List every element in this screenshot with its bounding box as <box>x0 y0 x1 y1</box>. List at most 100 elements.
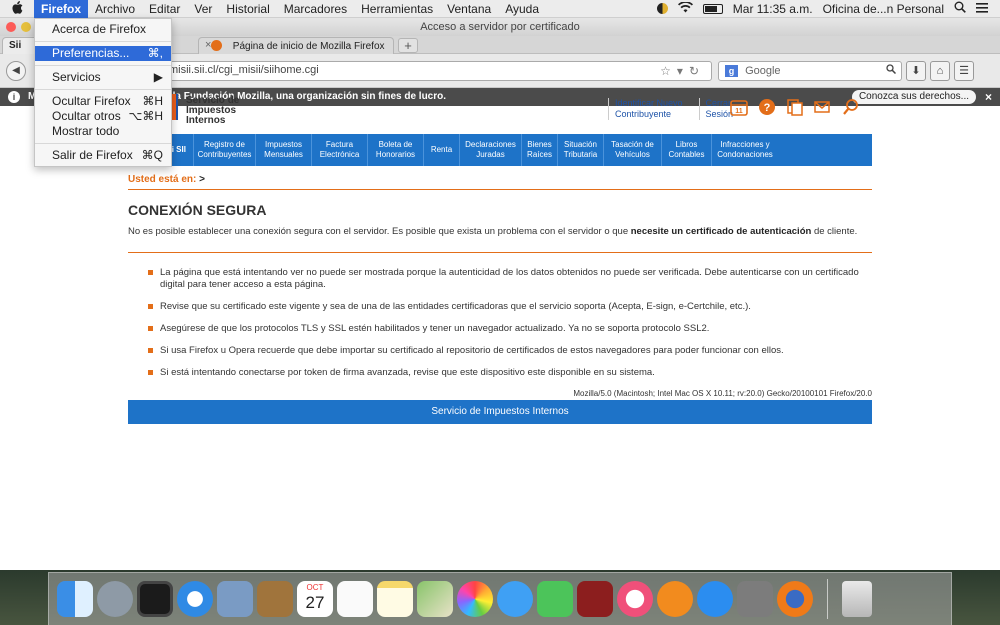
wifi-icon[interactable] <box>677 0 693 16</box>
user-name[interactable]: Oficina de...n Personal <box>823 2 944 16</box>
nav-infracciones-l1: Infracciones y <box>720 140 770 149</box>
nav-tasacion[interactable]: Tasación de Vehículos <box>604 134 662 166</box>
sii-footer: Servicio de Impuestos Internos <box>128 400 872 424</box>
menu-archivo[interactable]: Archivo <box>88 0 142 18</box>
systemprefs-icon[interactable] <box>737 581 773 617</box>
safari-icon[interactable] <box>177 581 213 617</box>
menu-ver[interactable]: Ver <box>187 0 219 18</box>
nav-boleta[interactable]: Boleta de Honorarios <box>368 134 424 166</box>
messages-icon[interactable] <box>497 581 533 617</box>
launchpad-icon[interactable] <box>97 581 133 617</box>
facetime-icon[interactable] <box>537 581 573 617</box>
menu-icon[interactable]: ☰ <box>954 61 974 81</box>
url-dropdown-icon[interactable]: ▾ <box>677 64 689 78</box>
calendar-app-icon[interactable]: OCT 27 <box>297 581 333 617</box>
menu-herramientas[interactable]: Herramientas <box>354 0 440 18</box>
appstore-icon[interactable] <box>697 581 733 617</box>
finder-icon[interactable] <box>57 581 93 617</box>
info-icon: i <box>8 91 20 103</box>
sii-quick-icons: 11 ? <box>730 98 860 116</box>
nav-declaraciones[interactable]: Declaraciones Juradas <box>460 134 522 166</box>
nav-situacion-l1: Situación <box>564 140 597 149</box>
tab-close-icon[interactable]: × <box>205 39 211 51</box>
nav-factura[interactable]: Factura Electrónica <box>312 134 368 166</box>
maps-icon[interactable] <box>417 581 453 617</box>
nav-renta[interactable]: Renta <box>424 134 460 166</box>
intro-part-c: de cliente. <box>811 226 858 237</box>
clock[interactable]: Mar 11:35 a.m. <box>733 2 813 16</box>
menu-item-services[interactable]: Servicios ▶ <box>35 70 171 85</box>
battery-icon[interactable] <box>702 3 723 14</box>
mail-icon[interactable] <box>814 98 832 116</box>
identify-new-taxpayer-link[interactable]: Identificar Nuevo Contribuyente <box>615 98 683 120</box>
nav-boleta-l2: Honorarios <box>375 150 416 159</box>
nav-registro[interactable]: Registro de Contribuyentes <box>194 134 256 166</box>
notes-icon[interactable] <box>377 581 413 617</box>
apple-icon[interactable] <box>0 0 34 17</box>
nav-registro-l1: Registro de <box>204 140 245 149</box>
menu-marcadores[interactable]: Marcadores <box>277 0 354 18</box>
ibooks-icon[interactable] <box>657 581 693 617</box>
reminders-icon[interactable] <box>337 581 373 617</box>
menu-item-about[interactable]: Acerca de Firefox <box>35 22 171 37</box>
sii-logo-text[interactable]: Servicio de Impuestos Internos <box>186 96 239 126</box>
intro-part-b: necesite un certificado de autenticación <box>630 226 812 237</box>
google-engine-icon[interactable]: g <box>725 65 738 77</box>
nav-situacion-l2: Tributaria <box>563 150 598 159</box>
menu-ayuda[interactable]: Ayuda <box>498 0 546 18</box>
menu-item-hide[interactable]: Ocultar Firefox ⌘H <box>35 94 171 109</box>
nav-infracciones[interactable]: Infracciones y Condonaciones <box>712 134 778 166</box>
new-tab-button[interactable]: + <box>398 38 418 53</box>
menu-item-hide-others[interactable]: Ocultar otros ⌥⌘H <box>35 109 171 124</box>
downloads-icon[interactable]: ⬇ <box>906 61 926 81</box>
user-agent-text: Mozilla/5.0 (Macintosh; Intel Mac OS X 1… <box>573 389 872 398</box>
list-item: La página que está intentando ver no pue… <box>148 267 872 291</box>
menu-separator <box>35 65 171 66</box>
nav-tasacion-label: Tasación de Vehículos <box>611 140 654 160</box>
contacts-icon[interactable] <box>257 581 293 617</box>
itunes-icon[interactable] <box>617 581 653 617</box>
nav-situacion[interactable]: Situación Tributaria <box>558 134 604 166</box>
nav-impuestos[interactable]: Impuestos Mensuales <box>256 134 312 166</box>
tab-mozilla-home[interactable]: × Página de inicio de Mozilla Firefox <box>198 37 394 54</box>
menu-ventana[interactable]: Ventana <box>440 0 498 18</box>
back-button[interactable]: ◀ <box>6 60 26 81</box>
nav-libros[interactable]: Libros Contables <box>662 134 712 166</box>
nav-factura-l1: Factura <box>325 140 354 149</box>
nav-bienes[interactable]: Bienes Raíces <box>522 134 558 166</box>
menu-firefox[interactable]: Firefox <box>34 0 89 18</box>
spotlight-icon[interactable] <box>954 1 966 16</box>
menu-item-show-all[interactable]: Mostrar todo <box>35 124 171 139</box>
preferences-shortcut: ⌘, <box>147 46 163 60</box>
menu-item-quit[interactable]: Salir de Firefox ⌘Q <box>35 148 171 163</box>
photos-icon[interactable] <box>457 581 493 617</box>
search-icon[interactable] <box>886 64 897 77</box>
home-icon[interactable]: ⌂ <box>930 61 950 81</box>
search-bar[interactable]: g Google <box>718 61 902 81</box>
menu-historial[interactable]: Historial <box>219 0 276 18</box>
menu-editar[interactable]: Editar <box>142 0 187 18</box>
logout-link[interactable]: Cerrar Sesión <box>698 98 733 120</box>
dashboard-icon[interactable] <box>137 581 173 617</box>
calendar-icon[interactable]: 11 <box>730 98 748 116</box>
bookmark-star-icon[interactable]: ☆ <box>660 64 677 78</box>
firefox-icon[interactable] <box>777 581 813 617</box>
menu-item-preferences[interactable]: Preferencias... ⌘, <box>35 46 171 61</box>
reload-icon[interactable]: ↻ <box>689 64 705 78</box>
close-window-button[interactable] <box>6 22 16 32</box>
close-notification-icon[interactable]: × <box>985 88 992 106</box>
photobooth-icon[interactable] <box>577 581 613 617</box>
minimize-window-button[interactable] <box>21 22 31 32</box>
identify-line-2: Contribuyente <box>615 109 672 119</box>
help-icon[interactable]: ? <box>758 98 776 116</box>
identify-line-1: Identificar Nuevo <box>615 98 683 108</box>
documents-icon[interactable] <box>786 98 804 116</box>
preferences-label: Preferencias... <box>52 46 130 60</box>
search-icon[interactable] <box>842 98 860 116</box>
quit-label: Salir de Firefox <box>52 148 133 162</box>
notification-list-icon[interactable] <box>976 2 988 16</box>
status-circle-icon[interactable] <box>656 3 668 14</box>
preview-icon[interactable] <box>217 581 253 617</box>
nav-libros-l2: Contables <box>668 150 705 159</box>
trash-icon[interactable] <box>842 581 872 617</box>
